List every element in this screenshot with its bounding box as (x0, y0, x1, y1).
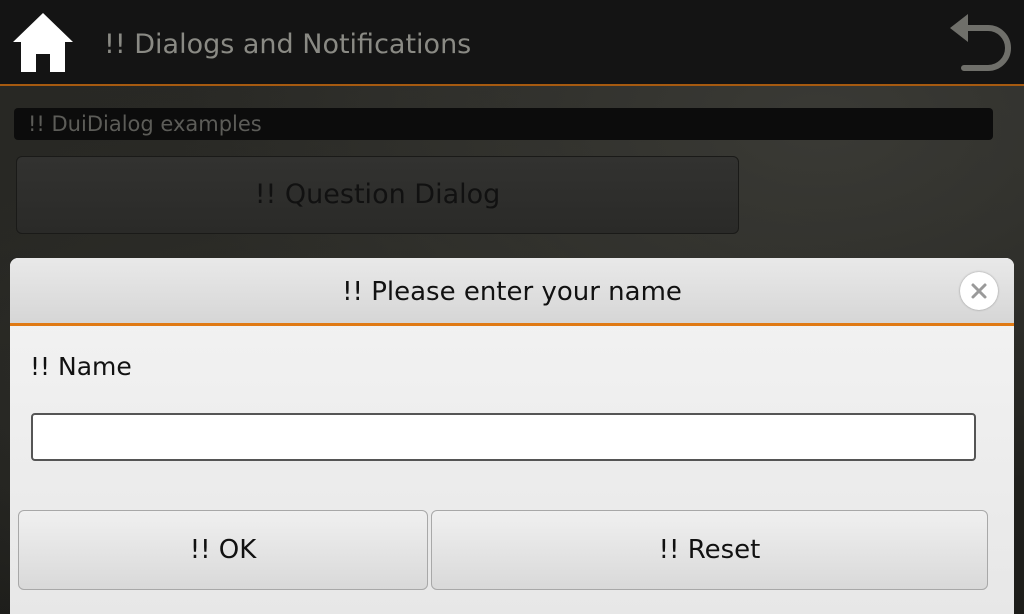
back-arrow-icon (950, 14, 1011, 71)
close-icon (971, 283, 987, 299)
ok-button[interactable]: !! OK (18, 510, 428, 590)
name-entry-dialog: !! Please enter your name !! Name !! OK … (10, 258, 1014, 614)
name-input[interactable] (31, 413, 976, 461)
home-button[interactable] (10, 10, 76, 76)
back-button[interactable] (942, 8, 1014, 78)
name-label: !! Name (30, 352, 132, 381)
section-header: !! DuiDialog examples (14, 108, 993, 140)
app-title: !! Dialogs and Notifications (104, 29, 472, 60)
dialog-header: !! Please enter your name (10, 258, 1014, 326)
title-bar: !! Dialogs and Notifications (0, 0, 1024, 86)
dialog-title: !! Please enter your name (342, 277, 682, 307)
reset-button[interactable]: !! Reset (431, 510, 988, 590)
home-icon (13, 13, 73, 72)
question-dialog-button[interactable]: !! Question Dialog (16, 156, 739, 234)
dialog-close-button[interactable] (960, 272, 998, 310)
